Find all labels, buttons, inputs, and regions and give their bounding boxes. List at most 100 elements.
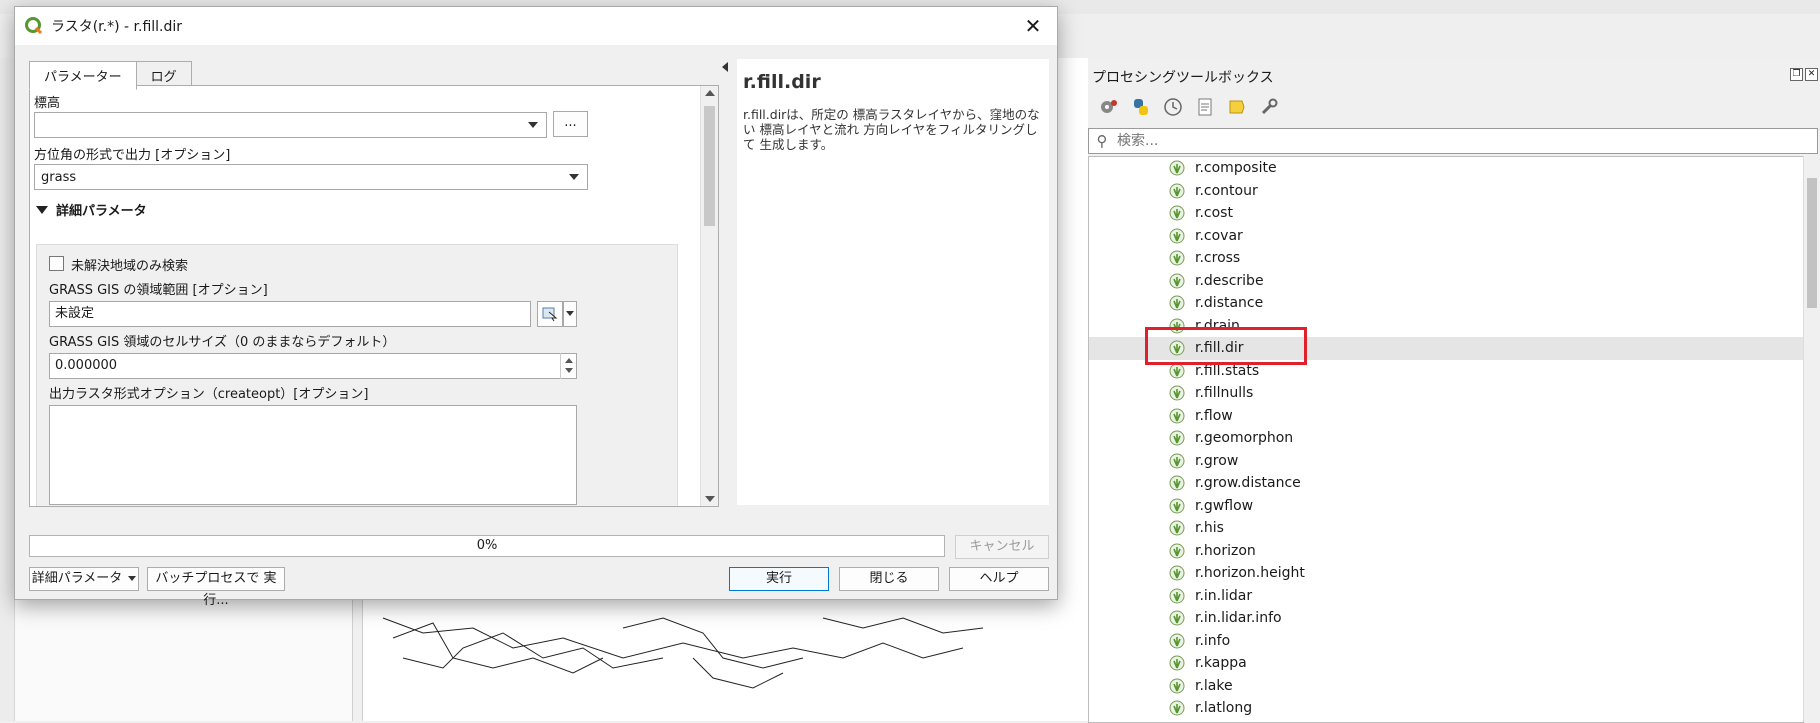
algorithm-item[interactable]: r.fill.stats	[1089, 360, 1803, 383]
grass-algorithm-icon	[1169, 633, 1185, 649]
advanced-section-header[interactable]: 詳細パラメータ	[36, 200, 147, 219]
models-icon[interactable]	[1098, 96, 1120, 118]
algorithm-item[interactable]: r.geomorphon	[1089, 427, 1803, 450]
advanced-dropdown-button[interactable]: 詳細パラメータ	[29, 567, 139, 591]
algorithm-item[interactable]: r.in.lidar	[1089, 585, 1803, 608]
algorithm-item[interactable]: r.kappa	[1089, 652, 1803, 675]
createopt-textarea[interactable]	[49, 405, 577, 505]
chevron-down-icon	[569, 174, 579, 180]
algorithm-label: r.cost	[1195, 205, 1233, 222]
algorithm-item[interactable]: r.describe	[1089, 270, 1803, 293]
scrollbar-thumb[interactable]	[704, 106, 715, 226]
algorithm-item[interactable]: r.contour	[1089, 180, 1803, 203]
close-button[interactable]: 閉じる	[839, 567, 939, 591]
scroll-down-icon[interactable]	[705, 496, 715, 502]
map-extent-cursor-icon	[542, 307, 558, 322]
parameters-scrollbar[interactable]	[700, 86, 718, 506]
grass-algorithm-icon	[1169, 453, 1185, 469]
browse-button[interactable]: ...	[553, 111, 588, 137]
extent-options-dropdown[interactable]	[563, 301, 577, 327]
parameters-panel: 標高 ... 方位角の形式で出力 [オプション] grass 詳細パラメータ 未…	[29, 85, 719, 507]
algorithm-item[interactable]: r.distance	[1089, 292, 1803, 315]
grass-algorithm-icon	[1169, 160, 1185, 176]
algorithm-item[interactable]: r.drain	[1089, 315, 1803, 338]
close-icon[interactable]: ✕	[1019, 13, 1047, 39]
grass-algorithm-icon	[1169, 363, 1185, 379]
algorithm-label: r.composite	[1195, 160, 1277, 177]
algorithm-label: r.drain	[1195, 317, 1240, 334]
grass-algorithm-icon	[1169, 655, 1185, 671]
algorithm-tree: r.composite r.contour r.cost r.covar r.cross…	[1088, 156, 1804, 723]
algorithm-label: r.gwflow	[1195, 497, 1254, 514]
unresolved-only-label: 未解決地域のみ検索	[71, 259, 189, 274]
algorithm-label: r.flow	[1195, 407, 1233, 424]
float-panel-icon[interactable]: ❐	[1790, 68, 1803, 81]
grass-algorithm-icon	[1169, 228, 1185, 244]
history-icon[interactable]	[1162, 96, 1184, 118]
results-icon[interactable]	[1194, 96, 1216, 118]
options-icon[interactable]	[1258, 96, 1280, 118]
advanced-parameters-group: 未解決地域のみ検索 GRASS GIS の領域範囲 [オプション] 未設定 GR…	[36, 244, 678, 506]
algorithm-label: r.fill.stats	[1195, 362, 1260, 379]
algorithm-item[interactable]: r.gwflow	[1089, 495, 1803, 518]
advanced-section-label: 詳細パラメータ	[56, 204, 147, 219]
dialog-titlebar: ラスタ(r.*) - r.fill.dir ✕	[15, 7, 1057, 45]
grass-algorithm-icon	[1169, 543, 1185, 559]
spin-down-icon[interactable]	[565, 368, 573, 373]
scroll-up-icon[interactable]	[705, 90, 715, 96]
algorithm-item[interactable]: r.horizon	[1089, 540, 1803, 563]
run-button[interactable]: 実行	[729, 567, 829, 591]
algorithm-item[interactable]: r.his	[1089, 517, 1803, 540]
cellsize-input[interactable]: 0.000000	[49, 353, 577, 379]
grass-algorithm-icon	[1169, 340, 1185, 356]
batch-process-button[interactable]: バッチプロセスで 実行...	[147, 567, 285, 608]
collapse-triangle-icon	[36, 205, 48, 214]
grass-algorithm-icon	[1169, 678, 1185, 694]
unresolved-only-checkbox[interactable]	[49, 256, 64, 271]
help-button[interactable]: ヘルプ	[949, 567, 1049, 591]
grass-algorithm-icon	[1169, 520, 1185, 536]
grass-algorithm-icon	[1169, 205, 1185, 221]
algorithm-item[interactable]: r.horizon.height	[1089, 562, 1803, 585]
chevron-down-icon	[528, 122, 538, 128]
toolbox-search-input[interactable]	[1115, 132, 1779, 150]
algorithm-item[interactable]: r.in.lidar.info	[1089, 607, 1803, 630]
algorithm-item[interactable]: r.cost	[1089, 202, 1803, 225]
algorithm-item[interactable]: r.lake	[1089, 675, 1803, 698]
elevation-combobox[interactable]	[34, 112, 547, 138]
elevation-label: 標高	[34, 96, 61, 111]
help-description: r.fill.dirは、所定の 標高ラスタレイヤから、窪地のない 標高レイヤと流…	[743, 107, 1040, 152]
collapse-help-arrow-icon[interactable]	[722, 62, 728, 72]
python-icon[interactable]	[1130, 96, 1152, 118]
algorithm-item[interactable]: r.flow	[1089, 405, 1803, 428]
algorithm-item[interactable]: r.grow	[1089, 450, 1803, 473]
scrollbar-thumb[interactable]	[1807, 178, 1817, 308]
algorithm-label: r.cross	[1195, 250, 1241, 267]
cancel-button[interactable]: キャンセル	[955, 535, 1049, 559]
grass-algorithm-icon	[1169, 565, 1185, 581]
grass-algorithm-icon	[1169, 408, 1185, 424]
algorithm-item[interactable]: r.grow.distance	[1089, 472, 1803, 495]
region-extent-input[interactable]: 未設定	[49, 301, 531, 327]
direction-format-combobox[interactable]: grass	[34, 164, 588, 190]
toolbox-toolbar	[1098, 96, 1280, 118]
grass-algorithm-icon	[1169, 610, 1185, 626]
grass-algorithm-icon	[1169, 385, 1185, 401]
toolbox-scrollbar[interactable]	[1803, 156, 1820, 721]
algorithm-item[interactable]: r.composite	[1089, 157, 1803, 180]
algorithm-item[interactable]: r.latlong	[1089, 697, 1803, 720]
select-extent-button[interactable]	[537, 301, 563, 327]
tab-parameters[interactable]: パラメーター	[29, 61, 137, 90]
algorithm-label: r.distance	[1195, 295, 1264, 312]
progress-text: 0%	[476, 538, 498, 553]
cellsize-spinner[interactable]	[560, 353, 576, 379]
algorithm-item[interactable]: r.fillnulls	[1089, 382, 1803, 405]
algorithm-item[interactable]: r.fill.dir	[1089, 337, 1803, 360]
algorithm-item[interactable]: r.covar	[1089, 225, 1803, 248]
algorithm-item[interactable]: r.cross	[1089, 247, 1803, 270]
grass-algorithm-icon	[1169, 273, 1185, 289]
spin-up-icon[interactable]	[565, 358, 573, 363]
close-panel-icon[interactable]: ✕	[1805, 68, 1818, 81]
edit-rendering-styles-icon[interactable]	[1226, 96, 1248, 118]
algorithm-item[interactable]: r.info	[1089, 630, 1803, 653]
